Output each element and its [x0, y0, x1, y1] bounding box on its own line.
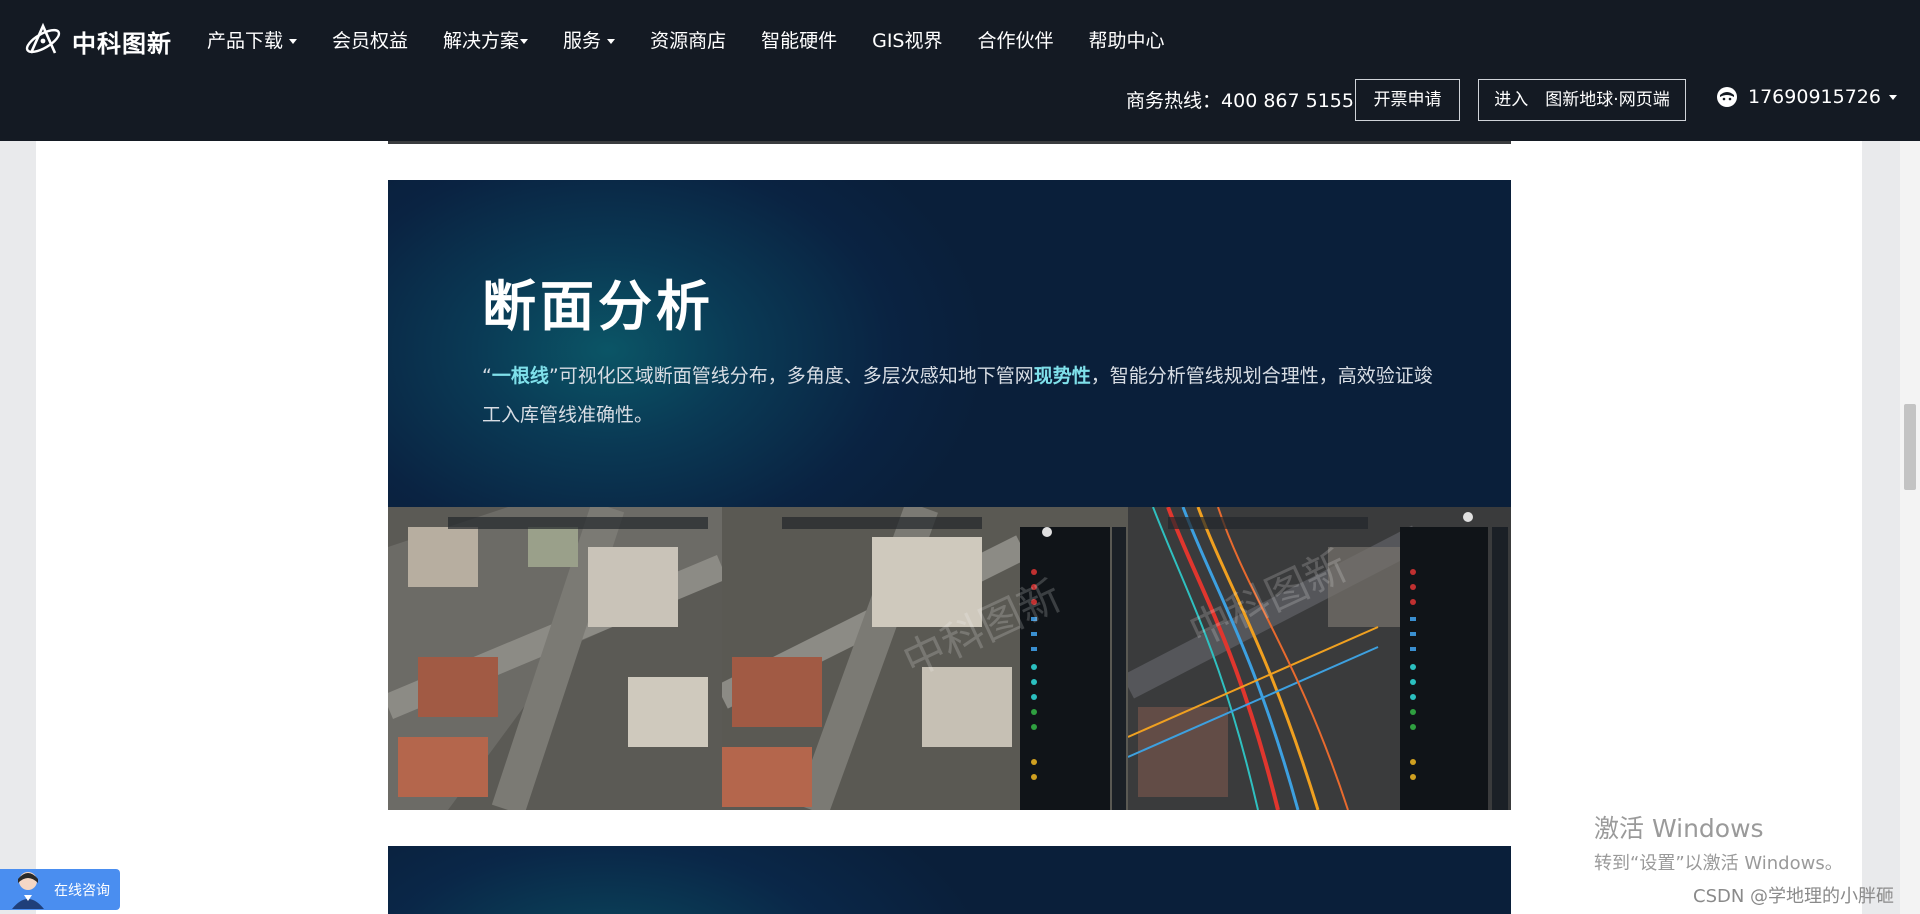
brand-name: 中科图新: [72, 29, 172, 58]
feature-title: 断面分析: [482, 275, 714, 338]
nav-item-label: 会员权益: [332, 30, 409, 52]
nav-item-gis-view[interactable]: GIS视界: [872, 26, 942, 56]
nav-item-label: 智能硬件: [761, 30, 838, 52]
chevron-down-icon: [607, 38, 616, 44]
chevron-down-icon: [289, 38, 298, 44]
user-avatar-icon: [1717, 87, 1737, 107]
hotline-label: 商务热线：: [1126, 90, 1222, 112]
feature-description: “一根线”可视化区域断面管线分布，多角度、多层次感知地下管网现势性，智能分析管线…: [482, 357, 1442, 435]
nav-item-smart-hardware[interactable]: 智能硬件: [761, 26, 837, 56]
nav-item-resource-store[interactable]: 资源商店: [650, 26, 726, 56]
nav-item-membership[interactable]: 会员权益: [332, 26, 408, 56]
nav-item-product-download[interactable]: 产品下载: [207, 26, 298, 56]
user-account-menu[interactable]: 17690915726: [1716, 86, 1897, 108]
desc-quote-open: “: [482, 365, 492, 387]
chevron-down-icon: [1888, 94, 1897, 100]
nav-item-partners[interactable]: 合作伙伴: [977, 26, 1053, 56]
nav-item-help-center[interactable]: 帮助中心: [1089, 26, 1165, 56]
chevron-down-icon: [520, 38, 529, 44]
online-consult-label: 在线咨询: [54, 882, 110, 899]
desc-highlight-currency: 现势性: [1033, 365, 1091, 387]
nav-item-solutions[interactable]: 解决方案: [443, 26, 529, 56]
main-nav: 产品下载 会员权益 解决方案 服务 资源商店 智能硬件 GIS视界 合作伙伴 帮…: [207, 26, 1200, 56]
nav-item-label: 帮助中心: [1088, 30, 1165, 52]
invoice-request-button[interactable]: 开票申请: [1355, 79, 1460, 121]
feature-card-section-analysis: 断面分析 “一根线”可视化区域断面管线分布，多角度、多层次感知地下管网现势性，智…: [388, 180, 1511, 810]
nav-item-label: 解决方案: [443, 30, 520, 52]
activation-title: 激活 Windows: [1594, 814, 1764, 843]
agent-avatar-icon: [12, 871, 44, 909]
nav-item-label: 合作伙伴: [977, 30, 1054, 52]
nav-item-label: 产品下载: [207, 30, 284, 52]
nav-item-label: GIS视界: [872, 30, 943, 52]
aerial-city-screenshot: [388, 507, 722, 810]
brand-logo[interactable]: 中科图新: [22, 20, 172, 62]
pipeline-analysis-screenshot: 中科图新: [722, 507, 1128, 810]
next-feature-card: [388, 846, 1511, 914]
online-consult-button[interactable]: 在线咨询: [0, 869, 120, 910]
hotline-number: 400 867 5155: [1221, 90, 1354, 112]
top-navigation-bar: 中科图新 产品下载 会员权益 解决方案 服务 资源商店 智能硬件 GIS视界 合…: [0, 0, 1920, 141]
desc-text: ”可视化区域断面管线分布，多角度、多层次感知地下管网: [548, 365, 1034, 387]
desc-highlight-one-line: 一根线: [491, 365, 549, 387]
nav-item-label: 资源商店: [650, 30, 727, 52]
nav-item-label: 服务: [563, 30, 602, 52]
underground-pipeline-screenshot: 中科图新: [1128, 507, 1511, 810]
previous-section-edge: [388, 141, 1511, 144]
page-scrollbar-thumb[interactable]: [1904, 404, 1916, 490]
activation-hint: 转到“设置”以激活 Windows。: [1594, 853, 1843, 874]
nav-item-services[interactable]: 服务: [563, 26, 616, 56]
business-hotline: 商务热线：400 867 5155: [1126, 86, 1354, 113]
enter-web-app-button[interactable]: 进入 图新地球·网页端: [1478, 79, 1686, 121]
csdn-watermark: CSDN @学地理的小胖砸: [1693, 886, 1895, 907]
user-account-id: 17690915726: [1748, 86, 1881, 108]
feature-screenshots: 中科图新 中科图新: [388, 507, 1511, 810]
atom-logo-icon: [25, 22, 61, 54]
windows-activation-notice: 激活 Windows 转到“设置”以激活 Windows。: [1594, 809, 1843, 875]
